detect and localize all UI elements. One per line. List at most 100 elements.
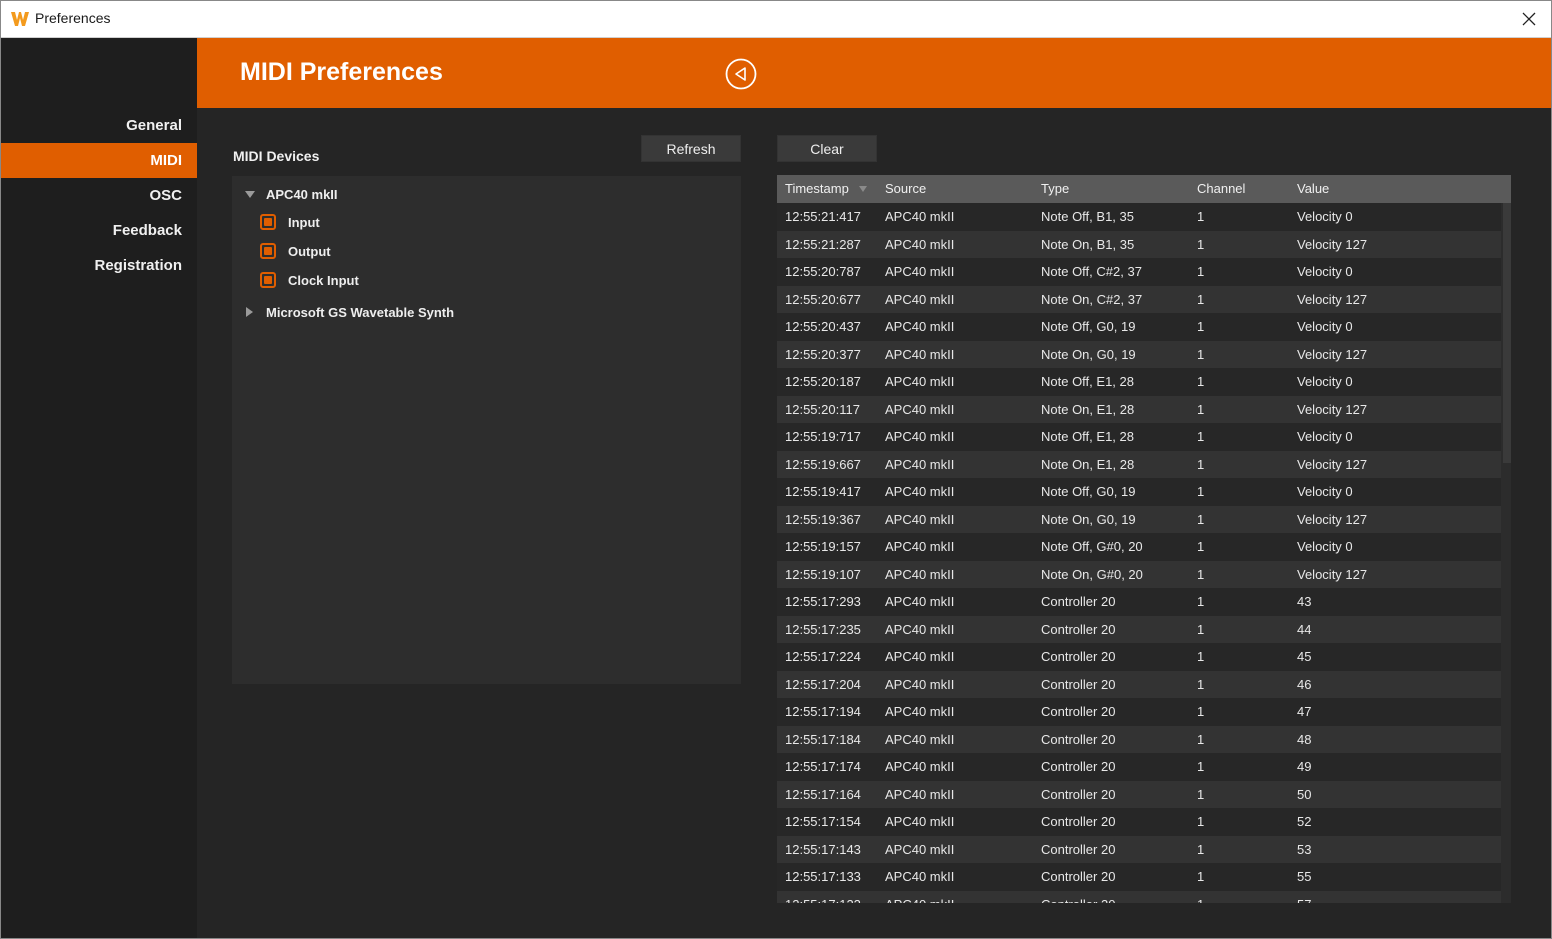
page-title: MIDI Preferences xyxy=(240,58,443,86)
sidebar-item-midi[interactable]: MIDI xyxy=(1,143,197,178)
cell-type: Controller 20 xyxy=(1041,676,1116,692)
table-row[interactable]: 12:55:17:184 APC40 mkII Controller 20 1 48 xyxy=(777,725,1501,753)
cell-timestamp: 12:55:19:107 xyxy=(785,566,861,582)
column-channel[interactable]: Channel xyxy=(1197,175,1245,203)
column-value[interactable]: Value xyxy=(1297,175,1329,203)
cell-value: Velocity 0 xyxy=(1297,484,1353,499)
table-row[interactable]: 12:55:20:187 APC40 mkII Note Off, E1, 28 1 V… xyxy=(777,368,1501,396)
cell-source: APC40 mkII xyxy=(885,704,955,719)
table-row[interactable]: 12:55:19:717 APC40 mkII Note Off, E1, 28 1 V… xyxy=(777,423,1501,451)
cell-source: APC40 mkII xyxy=(885,209,955,224)
cell-channel: 1 xyxy=(1197,731,1205,747)
cell-type: Controller 20 xyxy=(1041,786,1116,802)
cell-channel: 1 xyxy=(1197,676,1205,692)
table-row[interactable]: 12:55:17:204 APC40 mkII Controller 20 1 46 xyxy=(777,670,1501,698)
table-row[interactable]: 12:55:17:122 APC40 mkII Controller 20 1 57 xyxy=(777,890,1501,904)
sidebar-item-general[interactable]: General xyxy=(1,108,197,143)
table-header: Timestamp Source Type Channel Value xyxy=(777,175,1511,203)
back-arrow-icon[interactable] xyxy=(725,58,757,90)
cell-source: APC40 mkII xyxy=(885,511,955,527)
cell-source: APC40 mkII xyxy=(885,731,955,747)
table-row[interactable]: 12:55:19:667 APC40 mkII Note On, E1, 28 1 Ve… xyxy=(777,450,1501,478)
cell-type: Note Off, C#2, 37 xyxy=(1041,264,1142,279)
table-row[interactable]: 12:55:19:107 APC40 mkII Note On, G#0, 20 1 V… xyxy=(777,560,1501,588)
cell-type: Controller 20 xyxy=(1041,869,1116,884)
cell-type: Controller 20 xyxy=(1041,731,1116,747)
cell-source: APC40 mkII xyxy=(885,814,955,829)
sidebar-item-registration[interactable]: Registration xyxy=(1,248,197,283)
sort-desc-icon xyxy=(859,186,867,192)
cell-channel: 1 xyxy=(1197,649,1205,664)
cell-source: APC40 mkII xyxy=(885,786,955,802)
clear-button[interactable]: Clear xyxy=(777,135,877,162)
cell-timestamp: 12:55:17:164 xyxy=(785,786,861,802)
cell-source: APC40 mkII xyxy=(885,291,955,307)
cell-channel: 1 xyxy=(1197,346,1205,362)
collapse-toggle-icon[interactable] xyxy=(246,307,253,317)
cell-type: Controller 20 xyxy=(1041,759,1116,774)
cell-timestamp: 12:55:20:187 xyxy=(785,374,861,389)
table-row[interactable]: 12:55:17:174 APC40 mkII Controller 20 1 49 xyxy=(777,753,1501,781)
cell-source: APC40 mkII xyxy=(885,374,955,389)
table-row[interactable]: 12:55:17:154 APC40 mkII Controller 20 1 52 xyxy=(777,808,1501,836)
table-row[interactable]: 12:55:20:677 APC40 mkII Note On, C#2, 37 1 V… xyxy=(777,285,1501,313)
cell-source: APC40 mkII xyxy=(885,649,955,664)
cell-type: Note On, E1, 28 xyxy=(1041,401,1135,417)
cell-channel: 1 xyxy=(1197,484,1205,499)
refresh-button[interactable]: Refresh xyxy=(641,135,741,162)
cell-source: APC40 mkII xyxy=(885,319,955,334)
cell-timestamp: 12:55:17:184 xyxy=(785,731,861,747)
cell-timestamp: 12:55:19:667 xyxy=(785,456,861,472)
close-button[interactable] xyxy=(1506,0,1552,38)
table-row[interactable]: 12:55:21:417 APC40 mkII Note Off, B1, 35 1 V… xyxy=(777,203,1501,231)
cell-source: APC40 mkII xyxy=(885,841,955,857)
device-apc40[interactable]: APC40 mkII xyxy=(266,187,338,202)
table-row[interactable]: 12:55:17:293 APC40 mkII Controller 20 1 43 xyxy=(777,588,1501,616)
table-row[interactable]: 12:55:17:194 APC40 mkII Controller 20 1 47 xyxy=(777,698,1501,726)
clock-input-checkbox[interactable] xyxy=(260,272,276,288)
cell-type: Controller 20 xyxy=(1041,891,1115,904)
table-row[interactable]: 12:55:19:157 APC40 mkII Note Off, G#0, 20 1… xyxy=(777,533,1501,561)
cell-type: Controller 20 xyxy=(1041,594,1116,609)
table-row[interactable]: 12:55:19:367 APC40 mkII Note On, G0, 19 1 Ve… xyxy=(777,505,1501,533)
table-row[interactable]: 12:55:19:417 APC40 mkII Note Off, G0, 19 1 V… xyxy=(777,478,1501,506)
column-type[interactable]: Type xyxy=(1041,175,1069,203)
cell-channel: 1 xyxy=(1197,374,1205,389)
cell-type: Note Off, B1, 35 xyxy=(1041,209,1134,224)
table-row[interactable]: 12:55:17:133 APC40 mkII Controller 20 1 55 xyxy=(777,863,1501,891)
cell-type: Controller 20 xyxy=(1041,621,1116,637)
column-timestamp[interactable]: Timestamp xyxy=(785,175,849,203)
sidebar-item-feedback[interactable]: Feedback xyxy=(1,213,197,248)
cell-type: Controller 20 xyxy=(1041,841,1116,857)
device-microsoft-gs[interactable]: Microsoft GS Wavetable Synth xyxy=(266,305,454,320)
table-row[interactable]: 12:55:21:287 APC40 mkII Note On, B1, 35 1 Ve… xyxy=(777,230,1501,258)
table-row[interactable]: 12:55:17:224 APC40 mkII Controller 20 1 45 xyxy=(777,643,1501,671)
table-row[interactable]: 12:55:17:164 APC40 mkII Controller 20 1 50 xyxy=(777,780,1501,808)
table-row[interactable]: 12:55:17:235 APC40 mkII Controller 20 1 44 xyxy=(777,615,1501,643)
table-row[interactable]: 12:55:17:143 APC40 mkII Controller 20 1 53 xyxy=(777,835,1501,863)
input-checkbox[interactable] xyxy=(260,214,276,230)
expand-toggle-icon[interactable] xyxy=(245,191,255,198)
cell-type: Controller 20 xyxy=(1041,704,1116,719)
table-row[interactable]: 12:55:20:377 APC40 mkII Note On, G0, 19 1 Ve… xyxy=(777,340,1501,368)
cell-channel: 1 xyxy=(1197,209,1205,224)
cell-source: APC40 mkII xyxy=(885,264,955,279)
table-scrollbar[interactable] xyxy=(1503,203,1511,463)
cell-channel: 1 xyxy=(1197,401,1205,417)
cell-value: Velocity 0 xyxy=(1297,429,1353,444)
midi-devices-label: MIDI Devices xyxy=(233,148,320,164)
table-row[interactable]: 12:55:20:787 APC40 mkII Note Off, C#2, 37 1… xyxy=(777,258,1501,286)
cell-timestamp: 12:55:19:717 xyxy=(785,429,861,444)
output-checkbox[interactable] xyxy=(260,243,276,259)
column-source[interactable]: Source xyxy=(885,175,926,203)
cell-source: APC40 mkII xyxy=(885,759,955,774)
cell-value: 49 xyxy=(1297,759,1312,774)
table-row[interactable]: 12:55:20:437 APC40 mkII Note Off, G0, 19 1 V… xyxy=(777,313,1501,341)
cell-source: APC40 mkII xyxy=(885,236,955,252)
cell-timestamp: 12:55:17:174 xyxy=(785,759,861,774)
cell-value: Velocity 127 xyxy=(1297,511,1368,527)
table-row[interactable]: 12:55:20:117 APC40 mkII Note On, E1, 28 1 Ve… xyxy=(777,395,1501,423)
sidebar-item-osc[interactable]: OSC xyxy=(1,178,197,213)
cell-type: Note On, G#0, 20 xyxy=(1041,566,1143,582)
cell-source: APC40 mkII xyxy=(885,539,955,554)
